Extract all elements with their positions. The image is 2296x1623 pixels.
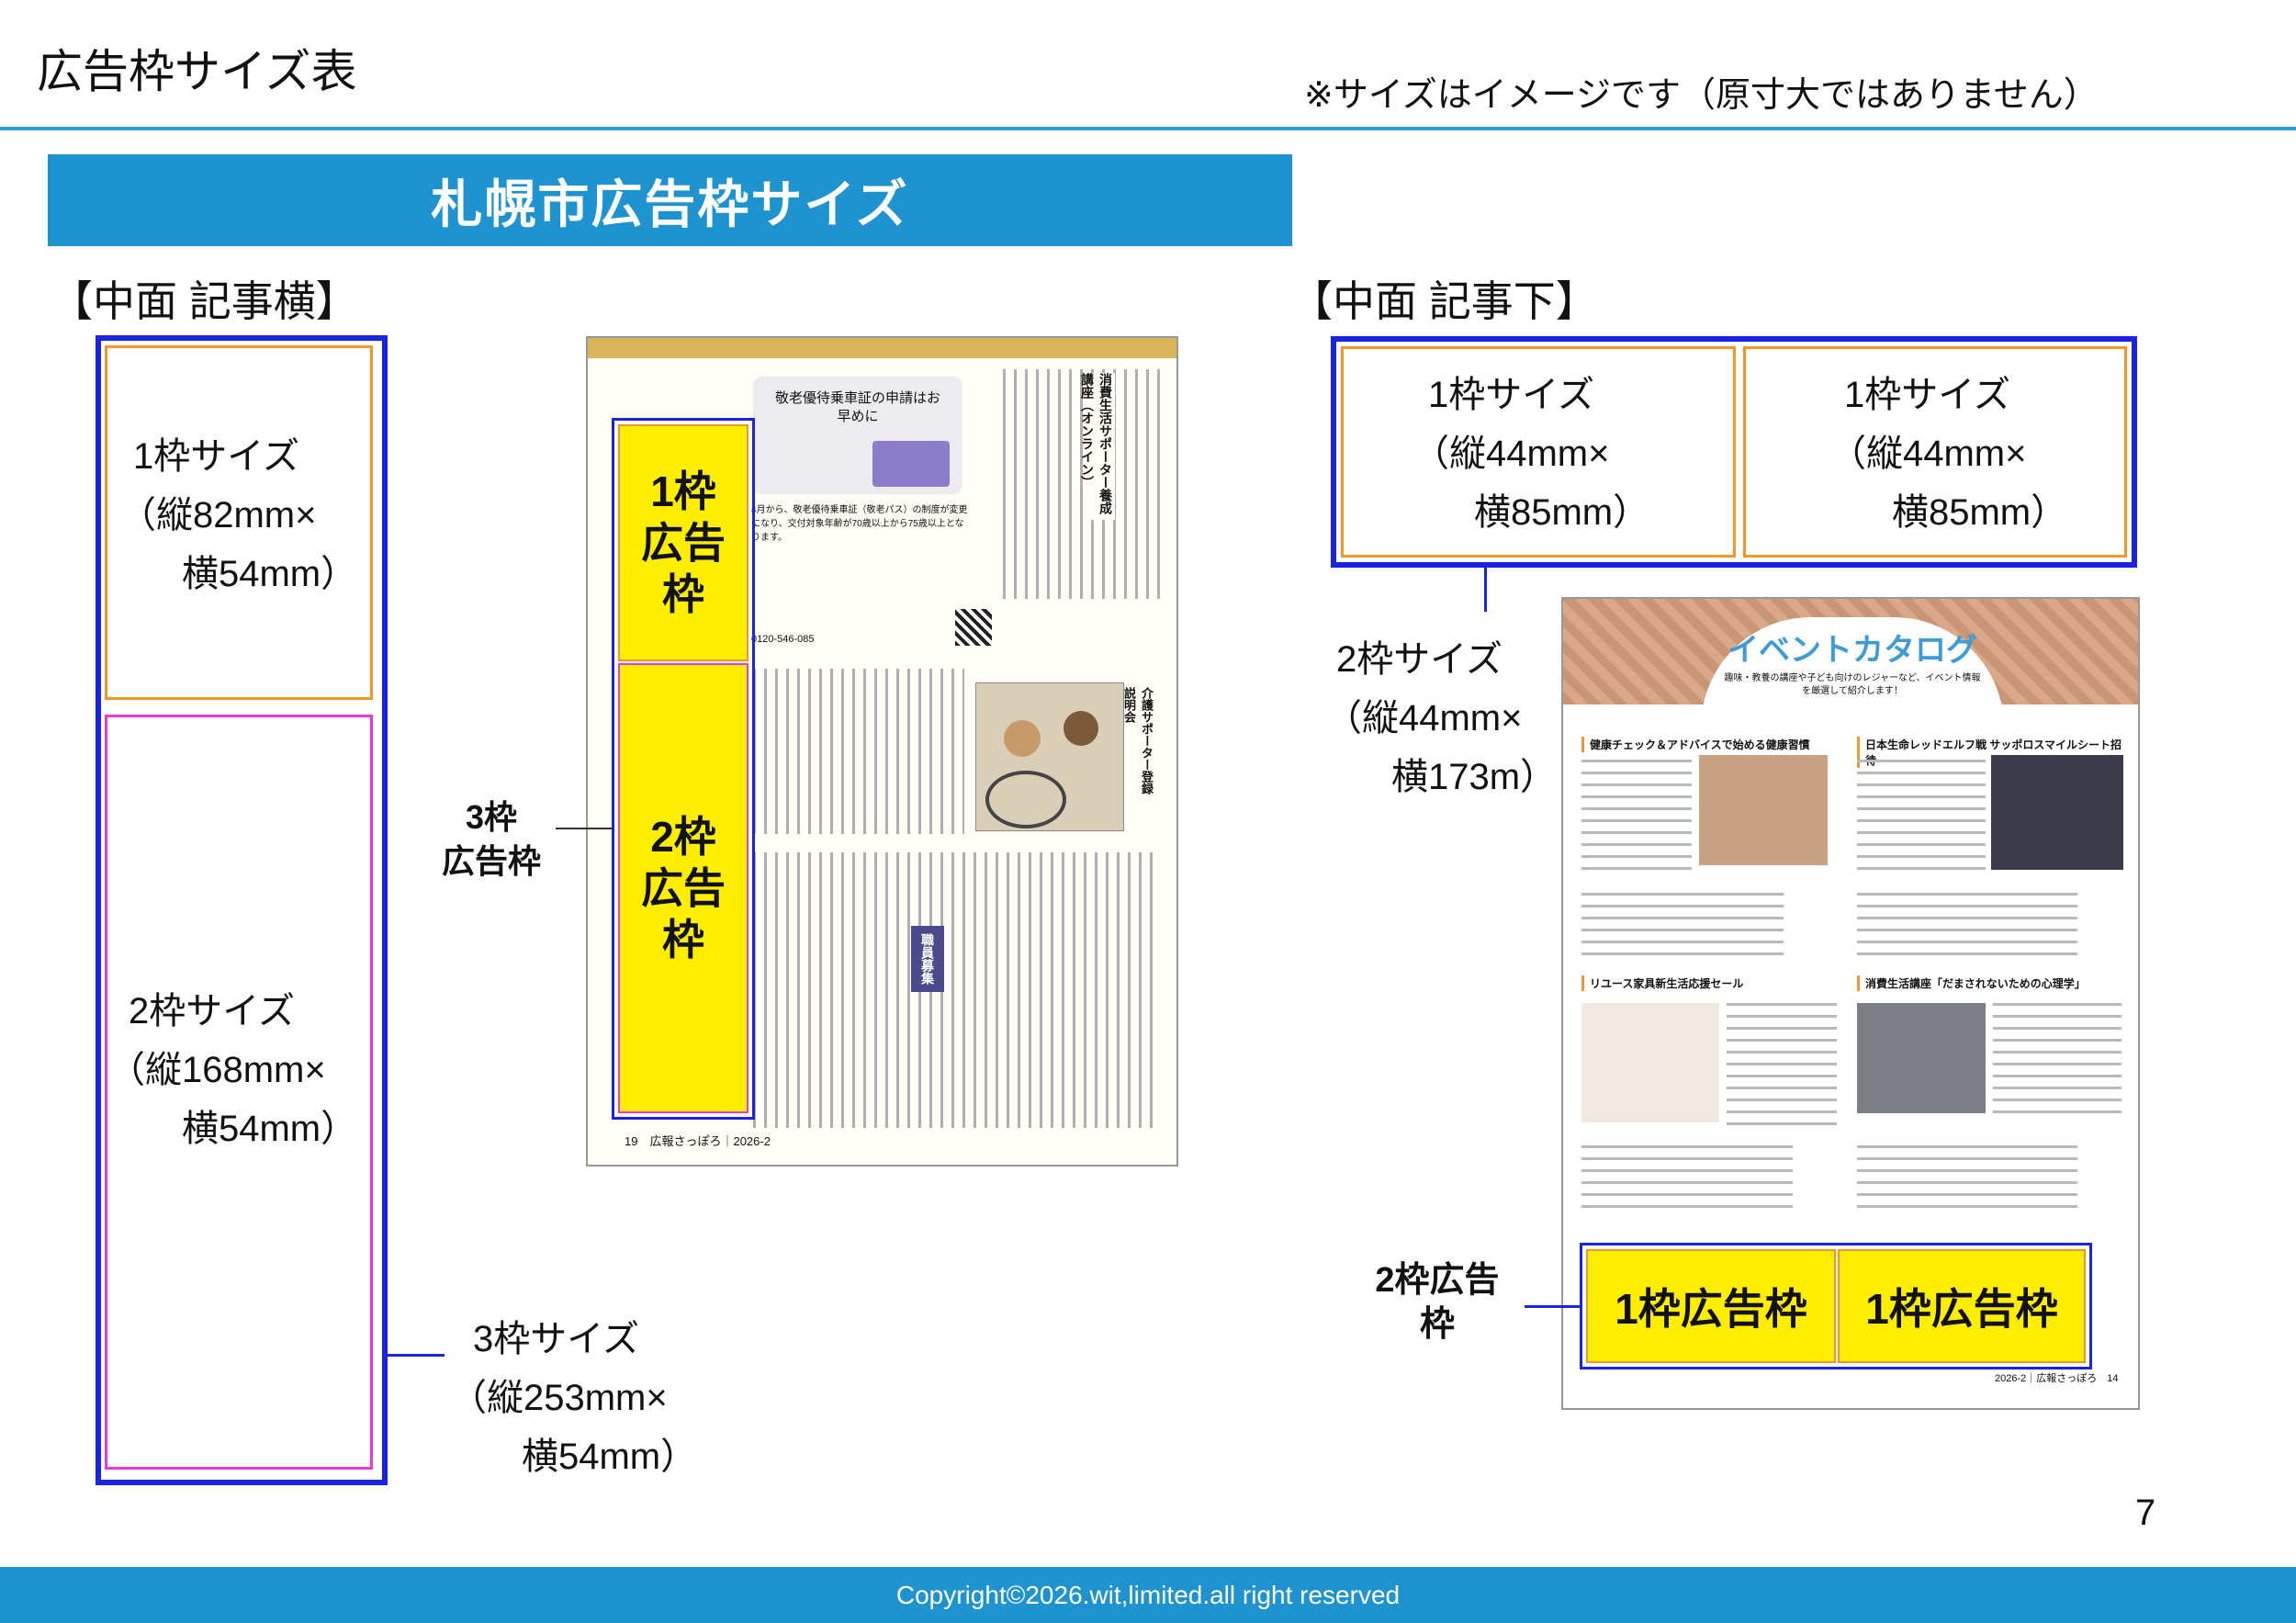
event-details — [1581, 893, 1784, 957]
copyright-footer: Copyright©2026.wit,limited.all right res… — [0, 1567, 2296, 1623]
figure-head — [1064, 711, 1098, 746]
event-photo — [1699, 755, 1828, 865]
header-divider — [0, 127, 2296, 130]
event-text — [1581, 760, 1692, 879]
one-slot-ad-line: 枠 — [662, 570, 704, 618]
catalog-title: イベントカタログ — [1728, 633, 1977, 668]
three-slot-width: 横54mm） — [522, 1437, 698, 1477]
care-illustration — [975, 682, 1124, 831]
bottom-one-slot-label: 1枠サイズ — [1844, 375, 2011, 415]
text-column-block-3 — [753, 852, 1157, 1128]
bottom-two-slot-height: （縦44mm× — [1325, 698, 1523, 738]
three-slot-ad-callout: 3枠 広告枠 — [427, 795, 556, 884]
event-details — [1857, 893, 2077, 957]
bottom-two-slot-label: 2枠サイズ — [1336, 639, 1503, 680]
two-slot-ad: 2枠 広告枠 — [618, 663, 748, 1113]
event-photo — [1991, 755, 2123, 870]
event-photo — [1857, 1003, 1986, 1113]
bottom-one-slot-height: （縦44mm× — [1412, 434, 1610, 474]
one-slot-ad-line: 広告 — [641, 519, 726, 567]
two-slot-ad-callout: 2枠広告 枠 — [1355, 1258, 1520, 1347]
callout-line-1: 3枠 — [465, 798, 518, 836]
two-slot-ad-line: 2枠 — [650, 813, 716, 861]
page-title: 広告枠サイズ表 — [37, 46, 357, 97]
right-section-heading: 【中面 記事下】 — [1290, 277, 1598, 325]
one-slot-width: 横54mm） — [182, 554, 358, 594]
bottom-one-slot-width: 横85mm） — [1474, 492, 1650, 533]
two-slot-label: 2枠サイズ — [129, 991, 296, 1031]
section-banner: 札幌市広告枠サイズ — [48, 154, 1292, 246]
three-slot-pointer — [388, 1354, 445, 1357]
text-column-block-2 — [753, 669, 964, 834]
section-heading-3: 職員募集 — [911, 926, 944, 992]
event-title: 消費生活講座「だまされないための心理学」 — [1857, 975, 2132, 991]
size-note: ※サイズはイメージです（原寸大ではありません） — [1304, 76, 2099, 115]
callout-line — [556, 828, 612, 829]
page-top-bar — [588, 338, 1176, 358]
bottom-one-slot-ad-left: 1枠広告枠 — [1586, 1249, 1836, 1363]
catalog-subtitle: 趣味・教養の講座や子ども向けのレジャーなど、イベント情報を厳選して紹介します！ — [1724, 673, 1981, 696]
qr-code — [955, 609, 992, 646]
two-slot-height: （縦168mm× — [108, 1050, 326, 1090]
callout-line — [1525, 1305, 1580, 1308]
event-details — [1581, 1145, 1793, 1210]
callout-line-2: 広告枠 — [441, 842, 541, 880]
callout-line-2: 枠 — [1419, 1305, 1455, 1344]
event-text — [1857, 760, 1986, 870]
callout-line-1: 2枠広告 — [1375, 1261, 1500, 1300]
figure-head — [1004, 720, 1041, 757]
two-slot-pointer — [1484, 568, 1487, 612]
section-heading-1: 消費生活サポーター養成講座（オンライン） — [1080, 373, 1115, 520]
event-text — [1727, 1003, 1837, 1132]
page-footer: 19 広報さっぽろ｜2026-2 — [625, 1134, 771, 1148]
bottom-one-slot-height: （縦44mm× — [1829, 434, 2027, 474]
event-title: 健康チェック＆アドバイスで始める健康習慣 — [1581, 737, 1847, 752]
one-slot-label: 1枠サイズ — [133, 436, 300, 477]
three-slot-label: 3枠サイズ — [473, 1319, 640, 1359]
event-text — [1993, 1003, 2122, 1122]
left-section-heading: 【中面 記事横】 — [51, 277, 358, 325]
wheelchair — [985, 771, 1066, 828]
pass-card-title: 敬老優待乗車証の申請はお早めに — [774, 390, 940, 424]
event-illustration — [1581, 1003, 1719, 1122]
event-title: リユース家具新生活応援セール — [1581, 975, 1847, 991]
page-footer: 2026-2｜広報さっぽろ 14 — [1995, 1373, 2119, 1384]
two-slot-ad-line: 広告 — [641, 864, 726, 912]
bottom-two-slot-width: 横173m） — [1391, 757, 1558, 797]
pass-body: 4月から、敬老優待乗車証（敬老パス）の制度が変更になり、交付対象年齢が70歳以上… — [751, 505, 968, 543]
one-slot-ad-line: 1枠 — [650, 468, 716, 515]
bottom-one-slot-label: 1枠サイズ — [1428, 375, 1595, 415]
bottom-one-slot-ad-right: 1枠広告枠 — [1838, 1249, 2086, 1363]
bottom-one-slot-width: 横85mm） — [1892, 492, 2068, 533]
page-number: 7 — [2135, 1493, 2156, 1533]
pass-card: 敬老優待乗車証の申請はお早めに — [753, 377, 962, 494]
two-slot-ad-line: 枠 — [662, 916, 704, 964]
one-slot-ad: 1枠 広告枠 — [618, 424, 748, 661]
pass-contact: 0120-546-085 — [751, 634, 815, 645]
pass-illustration — [872, 441, 950, 487]
event-details — [1857, 1145, 2077, 1210]
two-slot-width: 横54mm） — [182, 1109, 358, 1149]
section-heading-2: 介護サポーター登録説明会 — [1122, 687, 1154, 795]
three-slot-height: （縦253mm× — [450, 1378, 668, 1418]
one-slot-height: （縦82mm× — [119, 495, 317, 535]
